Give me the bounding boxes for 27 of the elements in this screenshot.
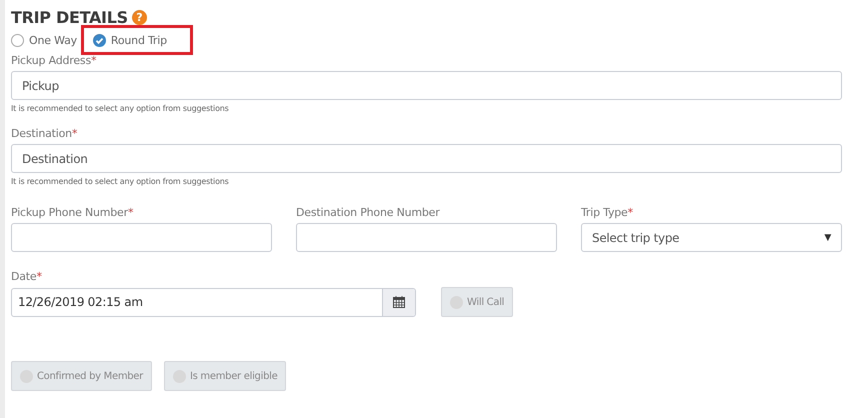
required-mark: * [91, 54, 96, 67]
input-field[interactable] [11, 223, 272, 252]
required-mark: * [128, 206, 134, 219]
caret-icon: ▼ [824, 232, 831, 242]
input-field[interactable]: Pickup [11, 71, 842, 100]
required-mark: * [36, 270, 42, 283]
field-label: Destination [11, 127, 72, 140]
hint-text: It is recommended to select any option from suggestions [11, 177, 230, 186]
toggle-button[interactable]: Will Call [441, 287, 514, 317]
field-label: Trip Type [581, 206, 628, 219]
radio-option[interactable]: Round Trip [92, 34, 171, 46]
input-field[interactable] [296, 223, 557, 252]
required-mark: * [628, 206, 633, 219]
field-label: Pickup Address [11, 54, 91, 67]
date-field[interactable]: 12/26/2019 02:15 am [11, 288, 416, 316]
section-title: TRIP DETAILS [11, 8, 128, 27]
required-mark: * [72, 127, 78, 140]
field-label: Destination Phone Number [296, 206, 440, 219]
input-field[interactable]: Destination [11, 144, 842, 173]
radio-option[interactable]: One Way [11, 34, 81, 46]
toggle-button[interactable]: Is member eligible [164, 361, 286, 391]
hint-text: It is recommended to select any option from suggestions [11, 104, 230, 113]
toggle-button[interactable]: Confirmed by Member [11, 361, 152, 391]
field-label: Pickup Phone Number [11, 206, 128, 219]
trip-type-select[interactable]: Select trip type ▼ [581, 223, 842, 252]
field-label: Date [11, 270, 36, 283]
calendar-icon[interactable] [393, 296, 405, 308]
